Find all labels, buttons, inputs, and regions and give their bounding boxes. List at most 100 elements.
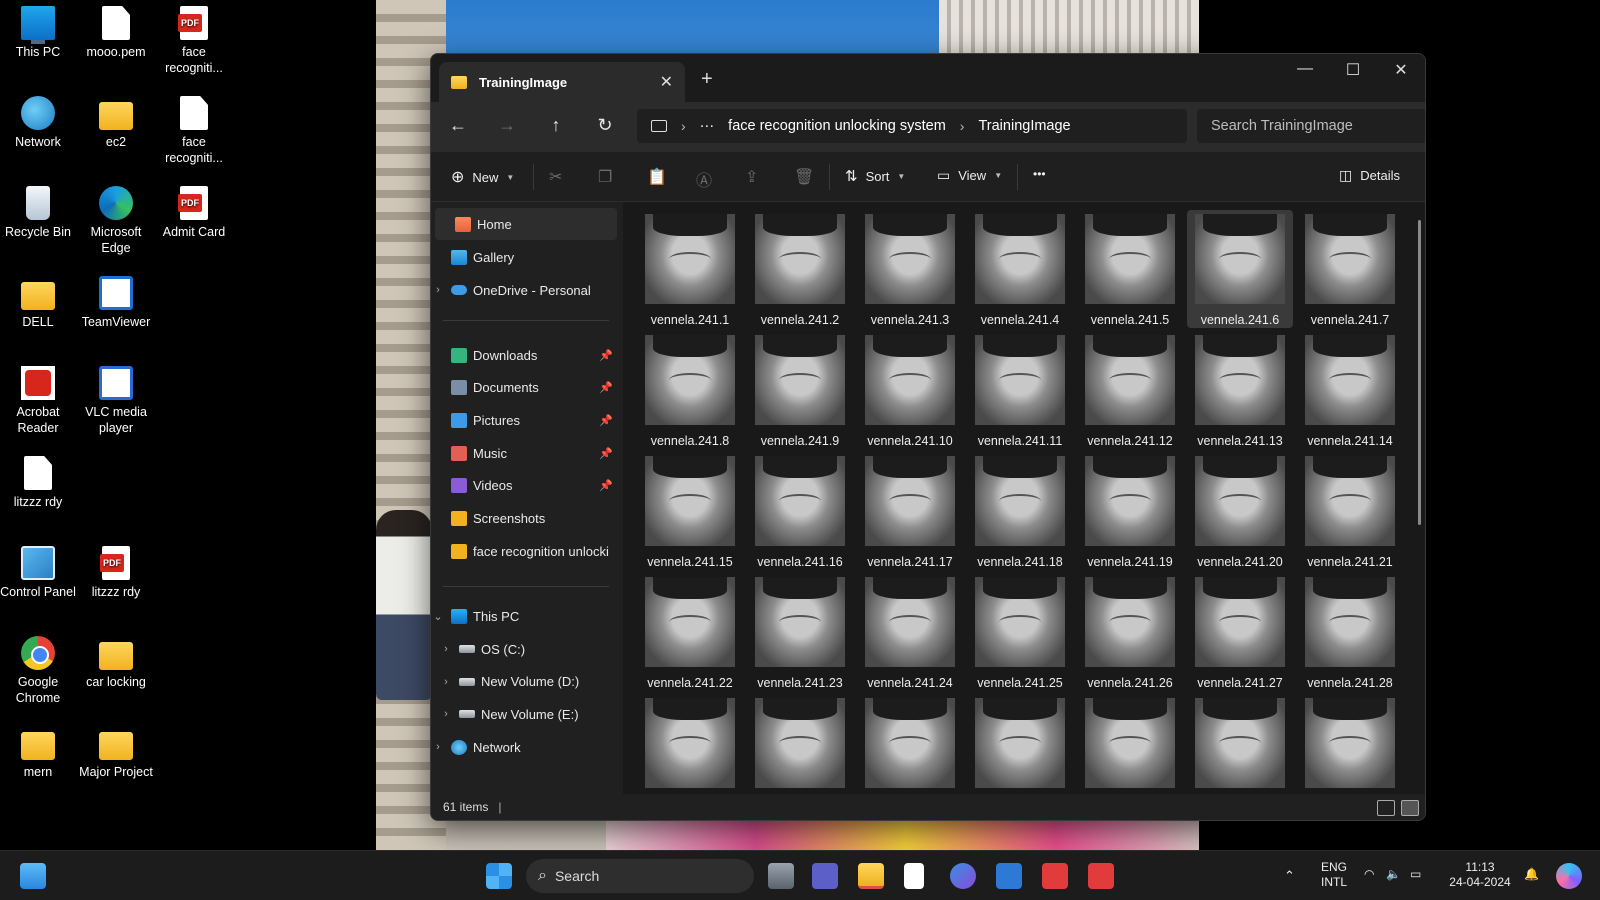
taskbar-search[interactable]: ⌕ Search: [526, 859, 754, 893]
file-tile[interactable]: vennela.241.34: [1187, 694, 1293, 794]
breadcrumb-current[interactable]: TrainingImage: [978, 118, 1070, 134]
sidebar-item-drive[interactable]: › New Volume (D:): [431, 666, 619, 698]
sidebar-item-drive[interactable]: › OS (C:): [431, 633, 619, 665]
new-tab-button[interactable]: +: [701, 68, 713, 91]
sort-button[interactable]: ⇅ Sort ▼: [845, 167, 905, 185]
file-tile[interactable]: vennela.241.25: [967, 573, 1073, 691]
breadcrumb-ellipsis[interactable]: ···: [700, 118, 715, 134]
tab-trainingimage[interactable]: TrainingImage ✕: [439, 62, 685, 102]
minimize-button[interactable]: —: [1285, 60, 1325, 78]
address-bar[interactable]: › ··· face recognition unlocking system …: [637, 109, 1187, 143]
view-button[interactable]: ▭ View ▼: [937, 167, 1002, 184]
desktop-icon[interactable]: TeamViewer: [76, 276, 156, 330]
file-tile[interactable]: vennela.241.31: [857, 694, 963, 794]
desktop-icon[interactable]: Recycle Bin: [0, 186, 78, 240]
desktop-icon[interactable]: PDF litzzz rdy: [76, 546, 156, 600]
file-tile[interactable]: vennela.241.17: [857, 452, 963, 570]
sidebar-item-quick-access[interactable]: Pictures 📌: [431, 404, 619, 436]
up-button[interactable]: ↑: [541, 115, 571, 136]
widgets-icon[interactable]: [20, 863, 46, 889]
desktop-icon[interactable]: mern: [0, 726, 78, 780]
desktop-icon[interactable]: car locking: [76, 636, 156, 690]
breadcrumb-parent[interactable]: face recognition unlocking system: [728, 118, 946, 134]
desktop-icon[interactable]: DELL: [0, 276, 78, 330]
file-tile[interactable]: vennela.241.32: [967, 694, 1073, 794]
new-button[interactable]: ⊕ New ▼: [451, 167, 514, 187]
language-indicator[interactable]: ENG INTL: [1316, 860, 1352, 890]
share-icon[interactable]: ⇪: [745, 167, 758, 187]
file-tile[interactable]: vennela.241.6: [1187, 210, 1293, 328]
file-tile[interactable]: vennela.241.33: [1077, 694, 1183, 794]
sidebar-item-this-pc[interactable]: ⌄ This PC: [431, 600, 619, 632]
sidebar-item-onedrive[interactable]: › OneDrive - Personal: [431, 274, 619, 306]
file-tile[interactable]: vennela.241.20: [1187, 452, 1293, 570]
sidebar-item-quick-access[interactable]: Videos 📌: [431, 470, 619, 502]
thumbnail-view-icon[interactable]: [1401, 800, 1419, 816]
file-tile[interactable]: vennela.241.30: [747, 694, 853, 794]
desktop-icon[interactable]: PDF face recogniti...: [154, 6, 234, 76]
chevron-up-icon[interactable]: ⌃: [1284, 868, 1295, 883]
file-tile[interactable]: vennela.241.18: [967, 452, 1073, 570]
pin-icon[interactable]: 📌: [599, 414, 613, 427]
file-tile[interactable]: vennela.241.11: [967, 331, 1073, 449]
search-input[interactable]: Search TrainingImage: [1197, 109, 1425, 143]
cut-icon[interactable]: ✂: [549, 167, 562, 187]
more-options-button[interactable]: •••: [1033, 167, 1046, 181]
desktop-icon[interactable]: Major Project: [76, 726, 156, 780]
sidebar-item-quick-access[interactable]: Screenshots: [431, 503, 619, 535]
mail-icon[interactable]: [996, 863, 1022, 889]
file-explorer-taskbar-icon[interactable]: [858, 863, 884, 889]
anydesk-icon[interactable]: [1088, 863, 1114, 889]
file-tile[interactable]: vennela.241.19: [1077, 452, 1183, 570]
wifi-icon[interactable]: ◠: [1364, 867, 1374, 882]
chevron-right-icon[interactable]: ›: [439, 643, 453, 655]
sidebar-item-gallery[interactable]: Gallery: [431, 241, 619, 273]
sidebar-item-home[interactable]: Home: [435, 208, 617, 240]
volume-icon[interactable]: 🔈: [1386, 867, 1401, 882]
file-tile[interactable]: vennela.241.1: [637, 210, 743, 328]
file-tile[interactable]: vennela.241.26: [1077, 573, 1183, 691]
file-tile[interactable]: vennela.241.27: [1187, 573, 1293, 691]
details-button[interactable]: ◫ Details: [1339, 167, 1400, 184]
sidebar-item-network[interactable]: › Network: [431, 731, 619, 763]
forward-button[interactable]: →: [492, 115, 522, 136]
paste-icon[interactable]: 📋: [647, 167, 667, 187]
anydesk-icon[interactable]: [1042, 863, 1068, 889]
chevron-right-icon[interactable]: ›: [431, 284, 445, 296]
file-tile[interactable]: vennela.241.16: [747, 452, 853, 570]
start-button[interactable]: [486, 863, 512, 889]
file-tile[interactable]: vennela.241.7: [1297, 210, 1403, 328]
file-tile[interactable]: vennela.241.8: [637, 331, 743, 449]
desktop-icon[interactable]: Microsoft Edge: [76, 186, 156, 256]
file-tile[interactable]: vennela.241.4: [967, 210, 1073, 328]
file-tile[interactable]: vennela.241.28: [1297, 573, 1403, 691]
file-tile[interactable]: vennela.241.2: [747, 210, 853, 328]
desktop-icon[interactable]: Network: [0, 96, 78, 150]
file-tile[interactable]: vennela.241.23: [747, 573, 853, 691]
file-tile[interactable]: vennela.241.14: [1297, 331, 1403, 449]
teams-icon[interactable]: [812, 863, 838, 889]
desktop-icon[interactable]: Control Panel: [0, 546, 78, 600]
desktop-icon[interactable]: face recogniti...: [154, 96, 234, 166]
chevron-down-icon[interactable]: ⌄: [431, 610, 445, 623]
desktop-icon[interactable]: This PC: [0, 6, 78, 60]
copilot-icon[interactable]: [950, 863, 976, 889]
sidebar-item-quick-access[interactable]: Documents 📌: [431, 372, 619, 404]
file-tile[interactable]: vennela.241.13: [1187, 331, 1293, 449]
desktop-icon[interactable]: mooo.pem: [76, 6, 156, 60]
task-view-icon[interactable]: [768, 863, 794, 889]
sidebar-item-quick-access[interactable]: Downloads 📌: [431, 339, 619, 371]
file-tile[interactable]: vennela.241.35: [1297, 694, 1403, 794]
copy-icon[interactable]: ❐: [598, 167, 612, 187]
desktop-icon[interactable]: PDF Admit Card: [154, 186, 234, 240]
maximize-button[interactable]: ☐: [1333, 60, 1373, 80]
notepad-icon[interactable]: [904, 863, 924, 889]
notification-bell-icon[interactable]: 🔔: [1524, 867, 1539, 882]
desktop-icon[interactable]: VLC media player: [76, 366, 156, 436]
file-tile[interactable]: vennela.241.21: [1297, 452, 1403, 570]
rename-icon[interactable]: Ⓐ: [696, 167, 712, 191]
file-tile[interactable]: vennela.241.9: [747, 331, 853, 449]
battery-icon[interactable]: ▭: [1410, 867, 1421, 882]
delete-icon[interactable]: 🗑: [794, 167, 814, 187]
close-button[interactable]: ✕: [1381, 60, 1421, 80]
